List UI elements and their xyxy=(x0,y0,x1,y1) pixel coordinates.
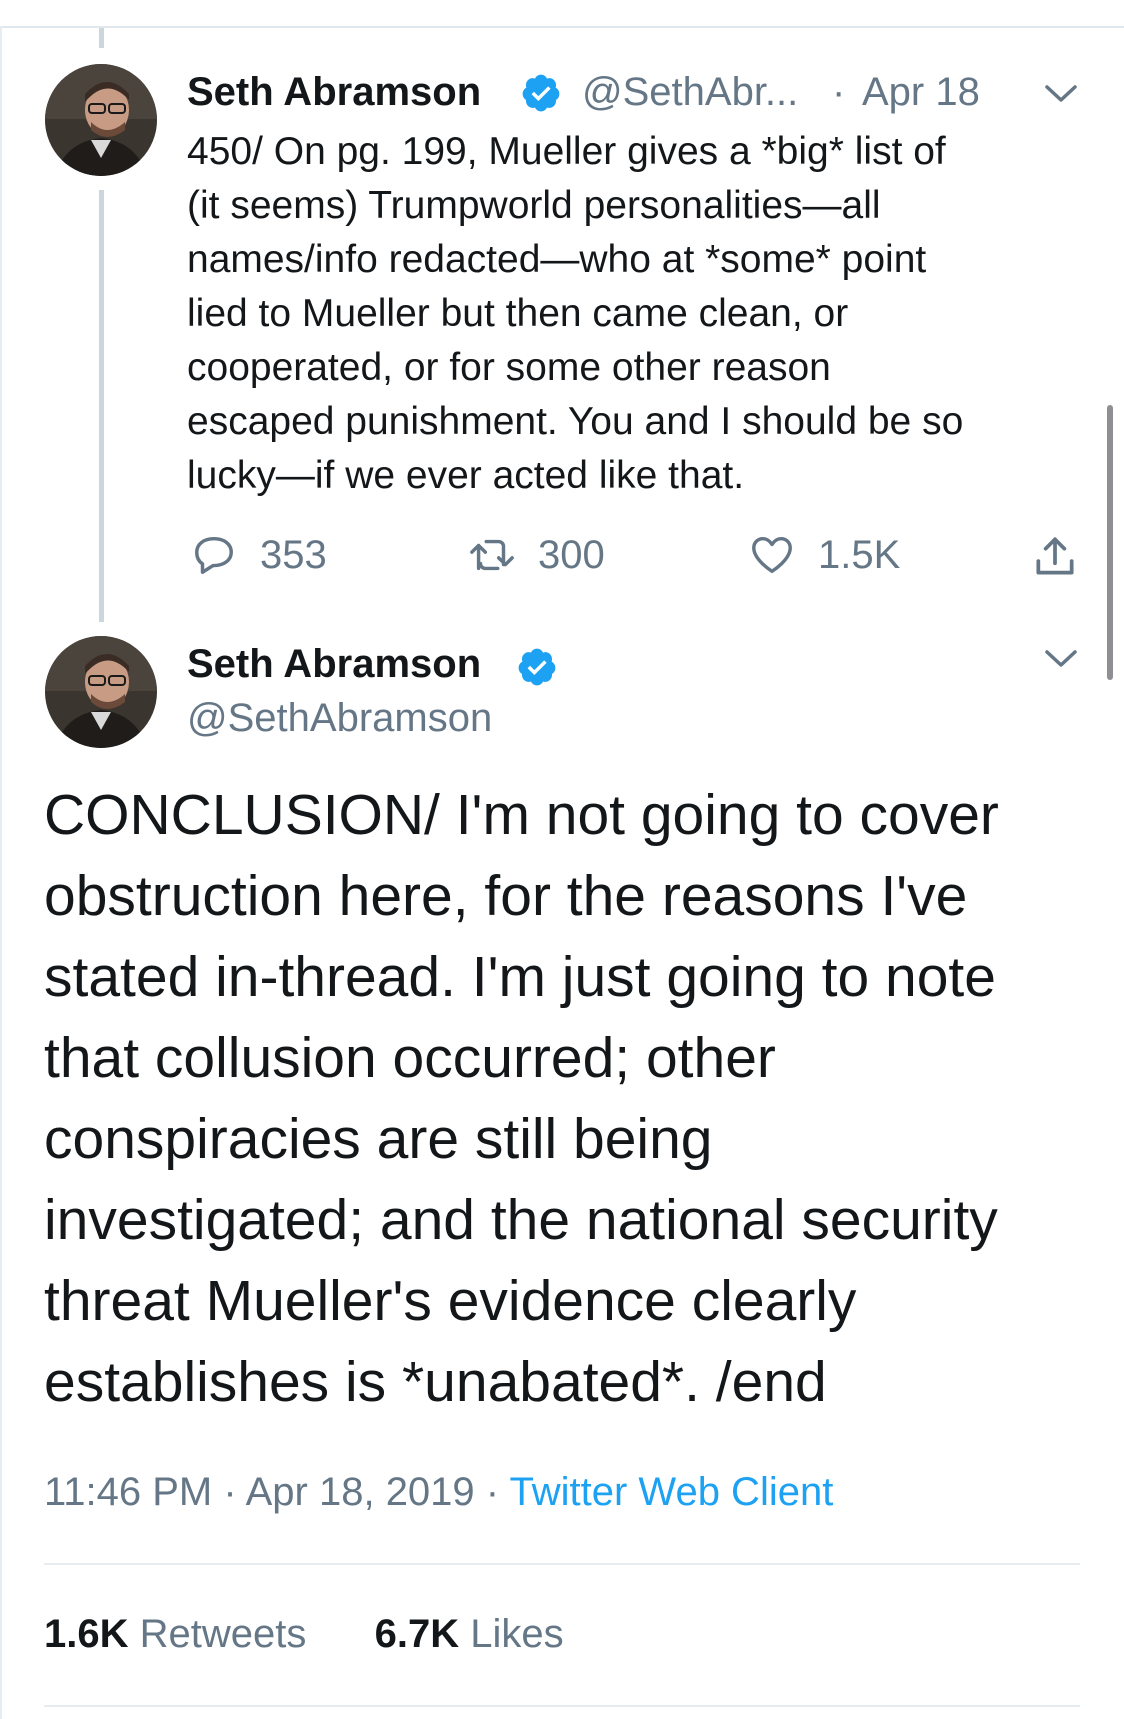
avatar[interactable] xyxy=(45,636,157,748)
reply-button[interactable]: 353 xyxy=(190,532,327,578)
retweet-count: 300 xyxy=(538,532,605,577)
avatar[interactable] xyxy=(45,64,157,176)
like-count: 1.5K xyxy=(818,532,901,577)
tweet-time: 11:46 PM xyxy=(44,1470,213,1514)
retweets-label: Retweets xyxy=(139,1612,307,1656)
share-icon xyxy=(1036,537,1074,575)
tweet-text: CONCLUSION/ I'm not going to cover obstr… xyxy=(44,783,999,1414)
thread-connector xyxy=(99,190,104,622)
avatar-photo xyxy=(45,64,157,176)
meta-separator: · xyxy=(485,1470,500,1514)
tweet-meta: 11:46 PM · Apr 18, 2019 · Twitter Web Cl… xyxy=(44,1470,833,1515)
stats-divider-top xyxy=(44,1563,1080,1565)
like-button[interactable]: 1.5K xyxy=(748,532,900,578)
retweet-button[interactable]: 300 xyxy=(468,532,605,578)
reply-count: 353 xyxy=(260,532,327,577)
client-link[interactable]: Twitter Web Client xyxy=(510,1470,834,1514)
author-handle[interactable]: @SethAbr... xyxy=(582,70,798,115)
verified-badge-icon xyxy=(518,648,556,686)
like-icon xyxy=(752,536,792,574)
tweet-stats: 1.6K Retweets 6.7K Likes xyxy=(44,1612,564,1657)
left-border xyxy=(0,26,2,1719)
date-separator: · xyxy=(832,70,846,114)
verified-badge-icon xyxy=(522,74,560,112)
meta-separator: · xyxy=(223,1470,237,1514)
likes-label: Likes xyxy=(470,1612,564,1656)
scrollbar[interactable] xyxy=(1107,405,1113,680)
author-handle[interactable]: @SethAbramson xyxy=(187,696,492,741)
likes-count: 6.7K xyxy=(374,1612,460,1656)
top-divider xyxy=(0,26,1124,28)
stats-divider-bottom xyxy=(44,1705,1080,1707)
reply-icon xyxy=(195,536,233,574)
chevron-down-icon[interactable] xyxy=(1043,648,1079,670)
tweet-date: Apr 18, 2019 xyxy=(245,1470,475,1514)
likes-stat[interactable]: 6.7K Likes xyxy=(375,1612,564,1656)
thread-connector-top xyxy=(99,28,104,48)
avatar-photo xyxy=(45,636,157,748)
tweet-date[interactable]: Apr 18 xyxy=(862,70,980,115)
chevron-down-icon[interactable] xyxy=(1043,83,1079,105)
retweets-stat[interactable]: 1.6K Retweets xyxy=(44,1612,318,1656)
share-button[interactable] xyxy=(1030,532,1102,582)
author-name[interactable]: Seth Abramson xyxy=(187,70,481,115)
tweet-text: 450/ On pg. 199, Mueller gives a *big* l… xyxy=(187,130,964,497)
retweet-icon xyxy=(470,539,514,571)
author-name[interactable]: Seth Abramson xyxy=(187,642,481,687)
retweets-count: 1.6K xyxy=(44,1612,129,1656)
